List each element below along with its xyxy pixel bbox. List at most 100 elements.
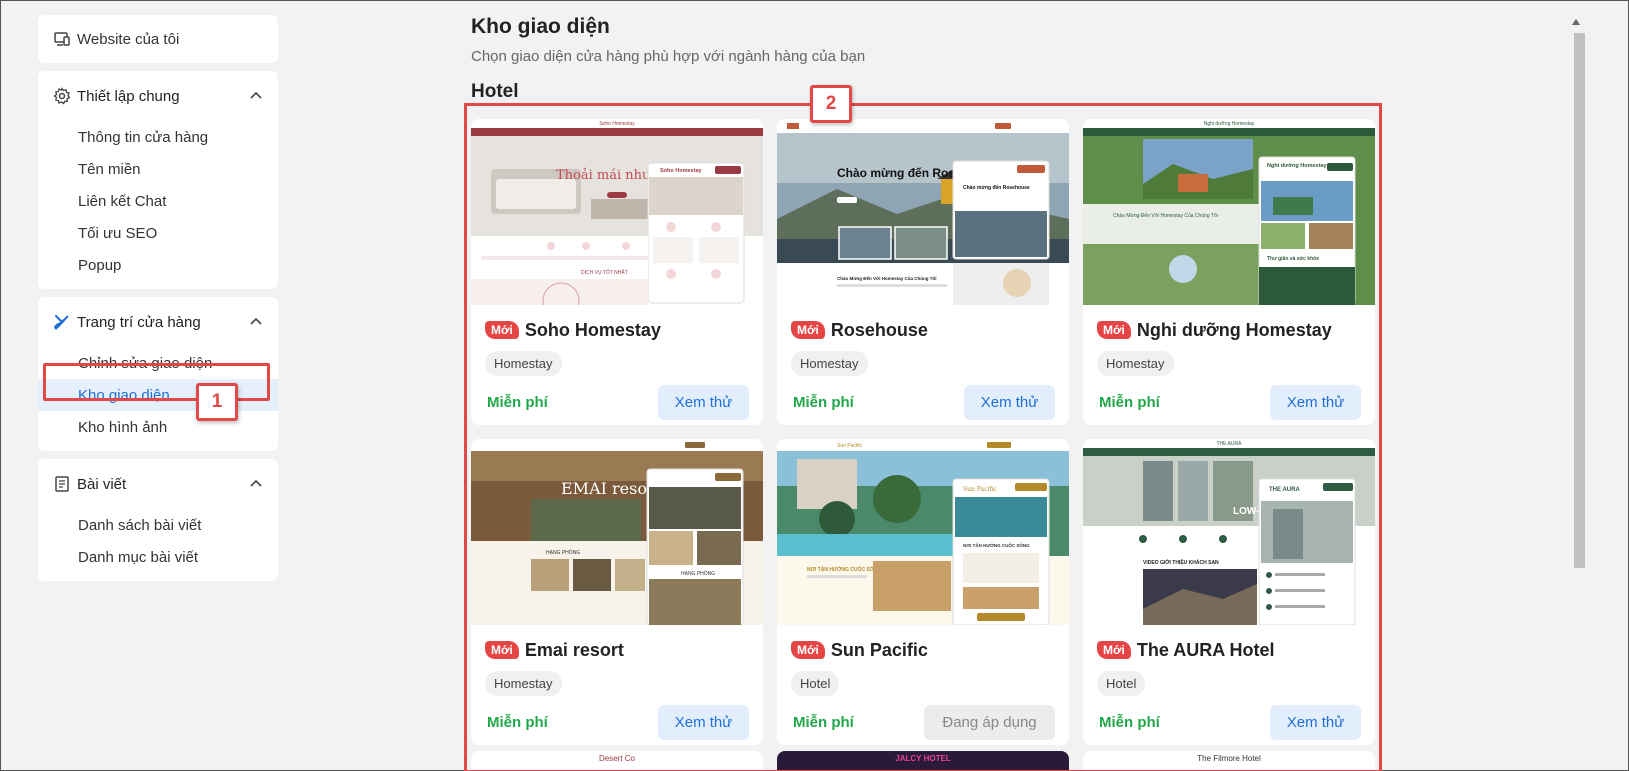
price-label: Miễn phí — [1099, 714, 1160, 731]
sidebar-item-chat-link[interactable]: Liên kết Chat — [38, 185, 278, 217]
thumb-header-text: Soho Homestay — [599, 121, 635, 127]
template-card[interactable]: Nghi dưỡng Homestay Chào Mừng Đến Với Ho… — [1083, 119, 1375, 425]
section-title: Hotel — [471, 81, 519, 102]
thumb-mid-text: VIDEO GIỚI THIỆU KHÁCH SẠN — [1143, 558, 1219, 566]
thumb-header-text: JALCY HOTEL — [895, 754, 951, 763]
template-card[interactable]: Soho Homestay Thoải mái như ở Soho Homes… — [471, 119, 763, 425]
thumb-header-text: THE AURA — [1216, 441, 1242, 447]
template-card[interactable]: EMAI resort HẠNG PHÒNG HẠNG PHÒNG Mới Em… — [471, 439, 763, 745]
template-thumbnail[interactable]: Nghi dưỡng Homestay Chào Mừng Đến Với Ho… — [1083, 119, 1375, 305]
sidebar-item-post-list[interactable]: Danh sách bài viết — [38, 509, 278, 541]
annotation-label-1: 1 — [196, 383, 238, 421]
new-badge: Mới — [791, 641, 825, 659]
preview-button[interactable]: Xem thử — [658, 705, 749, 740]
sidebar-item-label: Website của tôi — [77, 30, 180, 48]
sidebar-group-decor[interactable]: Trang trí cửa hàng — [38, 297, 278, 347]
sidebar-group-posts[interactable]: Bài viết — [38, 459, 278, 509]
category-tag: Homestay — [485, 351, 562, 376]
sidebar-item-edit-theme[interactable]: Chỉnh sửa giao diện — [38, 347, 278, 379]
thumb-welcome-text: Chào Mừng Đến Với Homestay Của Chúng Tôi — [1113, 212, 1218, 219]
paint-brush-icon — [53, 313, 71, 331]
sidebar-group-label: Trang trí cửa hàng — [77, 313, 201, 331]
thumb-mid-text: Thư giãn và sức khỏe — [1267, 256, 1319, 262]
store-decor-block: Trang trí cửa hàng Chỉnh sửa giao diện K… — [38, 297, 278, 451]
thumb-hero-text: Thoải mái như ở — [556, 168, 664, 183]
document-icon — [53, 475, 71, 493]
template-thumbnail[interactable]: Sun Pacific NƠI TẬN HƯỞNG CUỘC SỐNG Sun … — [777, 439, 1069, 625]
scroll-up-arrow-icon[interactable] — [1572, 19, 1580, 25]
posts-block: Bài viết Danh sách bài viết Danh mục bài… — [38, 459, 278, 581]
template-thumbnail[interactable]: THE AURA LOW-E VIDEO GIỚI THIỆU KHÁCH SẠ… — [1083, 439, 1375, 625]
decor-submenu: Chỉnh sửa giao diện Kho giao diện Kho hì… — [38, 347, 278, 451]
thumb-popup-title: Sun Pacific — [963, 486, 997, 493]
template-thumbnail[interactable]: Chào mừng đến Rosehouse Chào mừng đến Ro… — [777, 119, 1069, 305]
applied-status-button[interactable]: Đang áp dụng — [924, 705, 1055, 740]
template-thumbnail[interactable]: Soho Homestay Thoải mái như ở Soho Homes… — [471, 119, 763, 305]
category-tag: Hotel — [791, 671, 840, 696]
gear-icon — [53, 87, 71, 105]
preview-button[interactable]: Xem thử — [1270, 385, 1361, 420]
sidebar-item-popup[interactable]: Popup — [38, 249, 278, 281]
sidebar-item-theme-store[interactable]: Kho giao diện — [38, 379, 278, 411]
devices-icon — [53, 30, 71, 48]
price-label: Miễn phí — [487, 394, 548, 411]
category-tag: Hotel — [1097, 671, 1146, 696]
sidebar-item-post-category[interactable]: Danh mục bài viết — [38, 541, 278, 573]
thumb-mid-text: Chào Mừng Đến Với Homestay Của Chúng Tôi — [837, 275, 936, 281]
template-card[interactable]: Chào mừng đến Rosehouse Chào mừng đến Ro… — [777, 119, 1069, 425]
new-badge: Mới — [791, 321, 825, 339]
template-thumbnail[interactable]: EMAI resort HẠNG PHÒNG HẠNG PHÒNG — [471, 439, 763, 625]
sidebar-group-label: Bài viết — [77, 475, 127, 493]
template-card[interactable]: THE AURA LOW-E VIDEO GIỚI THIỆU KHÁCH SẠ… — [1083, 439, 1375, 745]
general-settings-block: Thiết lập chung Thông tin cửa hàng Tên m… — [38, 71, 278, 289]
thumb-popup-text: NƠI TẬN HƯỞNG CUỘC SỐNG — [963, 541, 1030, 548]
template-row-partial: Desert Co JALCY HOTEL The Filmore Hotel — [471, 751, 1375, 771]
new-badge: Mới — [485, 641, 519, 659]
posts-submenu: Danh sách bài viết Danh mục bài viết — [38, 509, 278, 581]
thumb-mid-text: HẠNG PHÒNG — [546, 549, 580, 556]
sidebar-group-general[interactable]: Thiết lập chung — [38, 71, 278, 121]
template-card-partial[interactable]: The Filmore Hotel — [1083, 751, 1375, 771]
price-label: Miễn phí — [793, 714, 854, 731]
template-card-partial[interactable]: JALCY HOTEL — [777, 751, 1069, 771]
template-name: Rosehouse — [830, 319, 928, 340]
sidebar-item-store-info[interactable]: Thông tin cửa hàng — [38, 121, 278, 153]
thumb-header-text: The Filmore Hotel — [1197, 754, 1261, 763]
template-name: The AURA Hotel — [1136, 639, 1275, 660]
sidebar-item-seo[interactable]: Tối ưu SEO — [38, 217, 278, 249]
thumb-mid-text: NƠI TẬN HƯỞNG CUỘC SỐNG — [807, 565, 881, 573]
chevron-up-icon[interactable] — [249, 315, 263, 329]
sidebar-item-my-website[interactable]: Website của tôi — [38, 15, 278, 63]
new-badge: Mới — [1097, 641, 1131, 659]
template-name: Emai resort — [524, 639, 624, 660]
thumb-header-text: Nghi dưỡng Homestay — [1204, 121, 1255, 127]
chevron-up-icon[interactable] — [249, 89, 263, 103]
template-name: Nghi dưỡng Homestay — [1136, 319, 1332, 340]
preview-button[interactable]: Xem thử — [1270, 705, 1361, 740]
sidebar: Website của tôi Thiết lập chung Thông ti… — [38, 15, 278, 589]
template-grid: Soho Homestay Thoải mái như ở Soho Homes… — [471, 119, 1375, 745]
new-badge: Mới — [485, 321, 519, 339]
my-website-block: Website của tôi — [38, 15, 278, 63]
category-tag: Homestay — [1097, 351, 1174, 376]
main-content: Kho giao diện Chọn giao diện cửa hàng ph… — [471, 15, 1396, 103]
category-tag: Homestay — [791, 351, 868, 376]
template-card-partial[interactable]: Desert Co — [471, 751, 763, 771]
sidebar-group-label: Thiết lập chung — [77, 87, 180, 105]
thumb-header-text: Desert Co — [598, 754, 635, 763]
sidebar-item-image-store[interactable]: Kho hình ảnh — [38, 411, 278, 443]
template-card[interactable]: Sun Pacific NƠI TẬN HƯỞNG CUỘC SỐNG Sun … — [777, 439, 1069, 745]
new-badge: Mới — [1097, 321, 1131, 339]
thumb-room-text: HẠNG PHÒNG — [681, 570, 715, 577]
thumb-popup-title: Nghỉ dưỡng Homestay — [1267, 163, 1327, 169]
sidebar-item-domain[interactable]: Tên miền — [38, 153, 278, 185]
scrollbar-thumb[interactable] — [1574, 33, 1585, 568]
preview-button[interactable]: Xem thử — [658, 385, 749, 420]
thumb-mid-text: DỊCH VỤ TỐT NHẤT — [581, 269, 628, 276]
chevron-up-icon[interactable] — [249, 477, 263, 491]
preview-button[interactable]: Xem thử — [964, 385, 1055, 420]
page-title: Kho giao diện — [471, 15, 610, 38]
template-name: Sun Pacific — [830, 639, 928, 660]
price-label: Miễn phí — [793, 394, 854, 411]
page-subtitle: Chọn giao diện cửa hàng phù hợp với ngàn… — [471, 48, 866, 65]
